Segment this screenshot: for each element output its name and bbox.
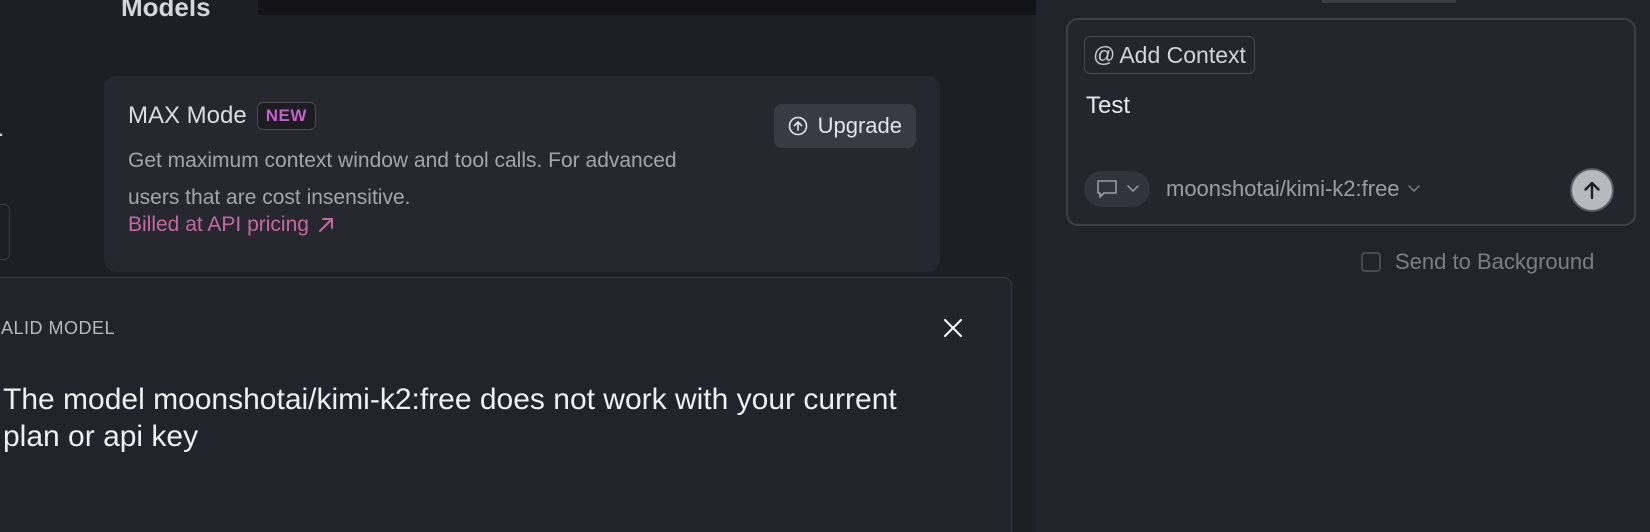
invalid-model-dialog: ALID MODEL The model moonshotai/kimi-k2:… bbox=[0, 277, 1012, 532]
model-name: moonshotai/kimi-k2:free bbox=[1166, 176, 1400, 201]
truncated-control[interactable] bbox=[0, 204, 10, 260]
close-button[interactable] bbox=[941, 316, 965, 340]
top-strip bbox=[258, 0, 1036, 15]
chat-pane: @ Add Context Test moonshotai/kimi-k2:fr… bbox=[1036, 0, 1650, 532]
add-context-label: Add Context bbox=[1119, 41, 1246, 68]
truncated-text-fragment: . bbox=[0, 116, 4, 142]
upgrade-button[interactable]: Upgrade bbox=[773, 104, 916, 148]
add-context-button[interactable]: @ Add Context bbox=[1084, 36, 1255, 74]
message-input[interactable]: Test bbox=[1086, 92, 1130, 120]
new-badge: NEW bbox=[256, 102, 316, 130]
section-heading: Models bbox=[121, 0, 211, 22]
send-to-background-checkbox[interactable] bbox=[1361, 252, 1381, 272]
arrow-up-circle-icon bbox=[788, 116, 807, 136]
max-mode-title: MAX Mode bbox=[128, 102, 247, 129]
chat-bubble-icon bbox=[1097, 180, 1117, 198]
upgrade-button-label: Upgrade bbox=[817, 113, 902, 138]
chevron-down-icon bbox=[1127, 185, 1139, 193]
max-mode-title-row: MAX Mode NEW bbox=[128, 102, 316, 130]
chat-composer: @ Add Context Test moonshotai/kimi-k2:fr… bbox=[1066, 18, 1636, 226]
chat-mode-selector[interactable] bbox=[1084, 171, 1150, 207]
at-icon: @ bbox=[1093, 42, 1116, 67]
api-pricing-link-label: Billed at API pricing bbox=[128, 213, 309, 236]
send-to-background-label: Send to Background bbox=[1395, 249, 1595, 274]
api-pricing-link[interactable]: Billed at API pricing bbox=[128, 213, 335, 237]
dialog-heading: ALID MODEL bbox=[1, 318, 116, 338]
app-window: Models . MAX Mode NEW Get maximum contex… bbox=[0, 0, 1650, 532]
tab-indicator bbox=[1322, 0, 1456, 3]
max-mode-description: Get maximum context window and tool call… bbox=[128, 149, 677, 209]
chevron-down-icon bbox=[1407, 185, 1420, 193]
send-to-background-option: Send to Background bbox=[1361, 249, 1594, 275]
arrow-up-icon bbox=[1584, 181, 1600, 200]
dialog-message: The model moonshotai/kimi-k2:free does n… bbox=[3, 383, 897, 453]
settings-pane: Models . MAX Mode NEW Get maximum contex… bbox=[0, 0, 1036, 532]
model-selector[interactable]: moonshotai/kimi-k2:free bbox=[1166, 176, 1420, 202]
send-button[interactable] bbox=[1570, 168, 1614, 212]
close-icon bbox=[943, 318, 963, 338]
arrow-up-right-icon bbox=[318, 218, 333, 232]
max-mode-card: MAX Mode NEW Get maximum context window … bbox=[104, 76, 940, 272]
